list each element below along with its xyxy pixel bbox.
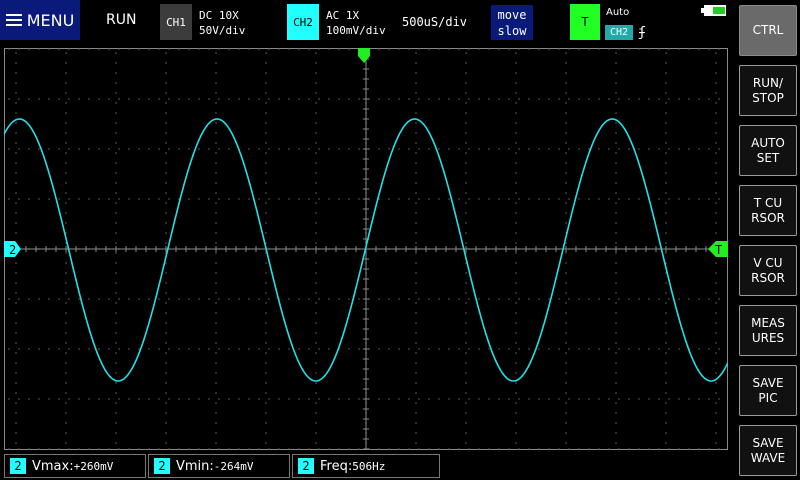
ch2-scale: 100mV/div xyxy=(326,24,386,37)
measurement-vmin[interactable]: 2 Vmin: -264mV xyxy=(148,454,290,478)
button-label-line: T CU xyxy=(753,195,783,210)
button-label-line: V CU xyxy=(753,255,783,270)
button-label-line: MEAS xyxy=(751,315,785,330)
ch1-scale: 50V/div xyxy=(199,24,246,37)
trigger-button[interactable]: T xyxy=(570,4,600,40)
button-label-line: SET xyxy=(756,150,780,165)
ch2-settings: AC 1X 100mV/div xyxy=(326,8,386,38)
run-state[interactable]: RUN xyxy=(106,12,136,28)
measurement-label: Freq: xyxy=(320,458,353,474)
control-panel: CTRL RUN/STOP AUTO SET T CU RSOR V CU RSOR MEAS U… xyxy=(736,0,800,480)
button-vcursor[interactable]: V CU RSOR xyxy=(739,245,797,296)
measurement-value: 506Hz xyxy=(352,459,386,473)
button-label-line: SAVE xyxy=(752,375,784,390)
trigger-mode: Auto xyxy=(606,7,630,18)
button-label-line: URES xyxy=(751,330,785,345)
channel-badge: 2 xyxy=(298,458,314,474)
button-autoset[interactable]: AUTO SET xyxy=(739,125,797,176)
measurement-freq[interactable]: 2 Freq: 506Hz xyxy=(292,454,440,478)
move-speed: slow xyxy=(497,24,527,38)
button-label-line: RSOR xyxy=(751,270,785,285)
measurement-label: Vmin: xyxy=(176,458,214,474)
ch1-settings: DC 10X 50V/div xyxy=(199,8,245,38)
menu-label: MENU xyxy=(26,10,75,30)
timebase[interactable]: 500uS/div xyxy=(402,15,467,29)
button-savepic[interactable]: SAVE PIC xyxy=(739,365,797,416)
trigger-level-label: T xyxy=(715,243,722,257)
channel-badge: 2 xyxy=(10,458,26,474)
button-label-line: CTRL xyxy=(752,23,784,37)
button-label-line: RUN/ xyxy=(752,75,784,90)
measurement-value: -264mV xyxy=(213,459,254,473)
button-label-line: PIC xyxy=(758,390,778,405)
ch2-marker-label: 2 xyxy=(9,243,16,257)
button-savewave[interactable]: SAVE WAVE xyxy=(739,425,797,476)
measurement-label: Vmax: xyxy=(32,458,74,474)
ch1-coupling: DC 10X xyxy=(199,9,239,22)
channel-badge: 2 xyxy=(154,458,170,474)
button-label-line: WAVE xyxy=(750,450,786,465)
scope-screen[interactable]: 2 T xyxy=(4,48,728,450)
measurement-bar: 2 Vmax: +260mV 2 Vmin: -264mV 2 Freq: 50… xyxy=(0,452,735,480)
measurement-value: +260mV xyxy=(73,459,114,473)
ch1-button[interactable]: CH1 xyxy=(160,4,192,40)
button-measures[interactable]: MEAS URES xyxy=(739,305,797,356)
measurement-vmax[interactable]: 2 Vmax: +260mV xyxy=(4,454,146,478)
battery-icon xyxy=(701,5,726,16)
move-speed-button[interactable]: move slow xyxy=(491,5,533,40)
menu-button[interactable]: MENU xyxy=(0,0,80,40)
menu-icon xyxy=(5,13,22,27)
ch2-coupling: AC 1X xyxy=(326,9,360,22)
trigger-edge-icon: ʄ xyxy=(638,25,646,40)
button-tcursor[interactable]: T CU RSOR xyxy=(739,185,797,236)
button-runstop[interactable]: RUN/STOP xyxy=(739,65,797,116)
button-label-line: SAVE xyxy=(752,435,784,450)
trigger-source: CH2 xyxy=(605,25,633,40)
button-label-line: STOP xyxy=(752,90,784,105)
move-label: move xyxy=(497,8,527,22)
button-label-line: AUTO xyxy=(751,135,785,150)
status-bar: MENU RUN CH1 DC 10X 50V/div CH2 AC 1X 10… xyxy=(0,0,735,44)
button-label-line: RSOR xyxy=(751,210,785,225)
button-ctrl[interactable]: CTRL xyxy=(739,5,797,56)
ch2-button[interactable]: CH2 xyxy=(287,4,319,40)
